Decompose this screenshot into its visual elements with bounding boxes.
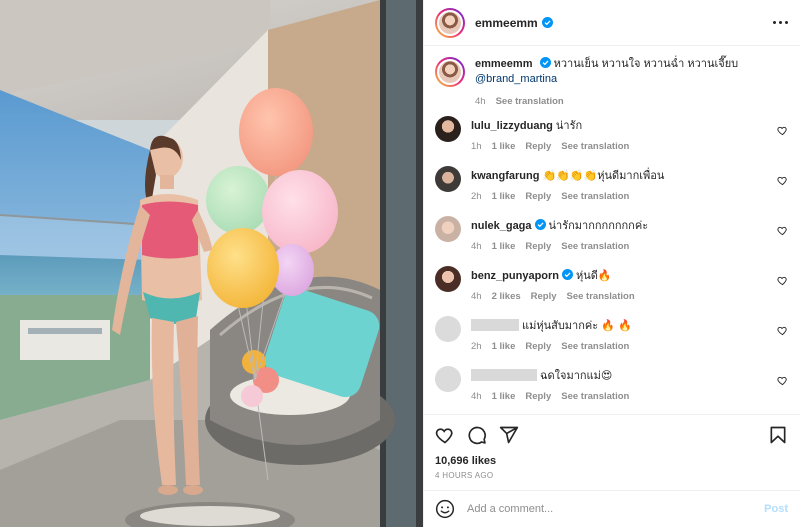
verified-badge-icon (539, 57, 551, 68)
heart-icon[interactable] (777, 325, 788, 336)
more-horizontal-icon[interactable] (773, 13, 788, 33)
commenter-avatar[interactable] (435, 166, 461, 192)
redacted-username (471, 369, 537, 381)
commenter-avatar[interactable] (435, 266, 461, 292)
heart-icon[interactable] (777, 225, 788, 236)
comment-likes[interactable]: 1 like (492, 339, 516, 354)
see-translation-link[interactable]: See translation (561, 189, 629, 204)
comment-input[interactable] (467, 503, 765, 515)
comment-item: lulu_lizzyduang น่ารัก 1h 1 like Reply Se… (435, 115, 788, 165)
comment-text: น่ารัก (555, 120, 583, 132)
photo-illustration (0, 0, 423, 527)
redacted-username (471, 319, 519, 331)
post-header: emmeemm (424, 0, 800, 46)
comment-likes[interactable]: 2 likes (492, 289, 521, 304)
post-photo[interactable] (0, 0, 423, 527)
comment-item: nulek_gaga น่ารักมากกกกกกกค่ะ 4h 1 like R… (435, 215, 788, 265)
comment-text: น่ารักมากกกกกกกค่ะ (548, 220, 649, 232)
bookmark-icon[interactable] (768, 425, 788, 445)
post-time-ago[interactable]: 4 HOURS AGO (435, 471, 788, 480)
post-side-panel: emmeemm emmeemm หวานเย็น หวานใจ หวานฉ่ำ … (423, 0, 800, 527)
commenter-avatar[interactable] (435, 116, 461, 142)
comment-text: 👏👏👏👏หุ่นดีมากเพื่อน (542, 170, 665, 182)
comment-likes[interactable]: 1 like (492, 239, 516, 254)
post-caption: emmeemm หวานเย็น หวานใจ หวานฉ่ำ หวานเจี๊… (435, 47, 788, 115)
reply-button[interactable]: Reply (525, 189, 551, 204)
add-comment-bar: Post (424, 490, 800, 527)
emoji-icon[interactable] (435, 499, 455, 519)
post-comment-button[interactable]: Post (764, 503, 788, 515)
comments-list[interactable]: emmeemm หวานเย็น หวานใจ หวานฉ่ำ หวานเจี๊… (424, 47, 800, 413)
caption-text: หวานเย็น หวานใจ หวานฉ่ำ หวานเจี๊ยบ (553, 58, 739, 70)
post-actions: 10,696 likes 4 HOURS AGO (424, 414, 800, 480)
heart-icon[interactable] (777, 125, 788, 136)
author-avatar[interactable] (435, 7, 465, 38)
see-translation-link[interactable]: See translation (496, 94, 564, 109)
comment-likes[interactable]: 1 like (492, 189, 516, 204)
comment-time[interactable]: 2h (471, 189, 482, 204)
comment-icon[interactable] (467, 425, 487, 445)
commenter-avatar[interactable] (435, 316, 461, 342)
comment-likes[interactable]: 1 like (492, 389, 516, 404)
commenter-username[interactable]: nulek_gaga (471, 220, 532, 232)
heart-icon[interactable] (435, 425, 455, 445)
reply-button[interactable]: Reply (525, 239, 551, 254)
verified-badge-icon (562, 269, 574, 280)
reply-button[interactable]: Reply (525, 389, 551, 404)
author-username[interactable]: emmeemm (475, 16, 538, 30)
commenter-username[interactable]: kwangfarung (471, 170, 539, 182)
comment-item: kwangfarung 👏👏👏👏หุ่นดีมากเพื่อน 2h 1 like… (435, 165, 788, 215)
verified-badge-icon (541, 17, 553, 28)
see-translation-link[interactable]: See translation (567, 289, 635, 304)
caption-username[interactable]: emmeemm (475, 58, 532, 70)
commenter-username[interactable]: lulu_lizzyduang (471, 120, 553, 132)
comment-time[interactable]: 4h (471, 239, 482, 254)
reply-button[interactable]: Reply (525, 139, 551, 154)
caption-avatar[interactable] (435, 57, 465, 87)
heart-icon[interactable] (777, 375, 788, 386)
comment-item: แม่หุ่นสับมากค่ะ 🔥 🔥 2h 1 like Reply See… (435, 315, 788, 365)
commenter-avatar[interactable] (435, 216, 461, 242)
see-translation-link[interactable]: See translation (561, 339, 629, 354)
heart-icon[interactable] (777, 175, 788, 186)
comment-item: benz_punyaporn หุ่นดี🔥 4h 2 likes Reply S… (435, 265, 788, 315)
comment-time[interactable]: 2h (471, 339, 482, 354)
caption-mention[interactable]: @brand_martina (475, 73, 557, 85)
likes-count[interactable]: 10,696 likes (435, 455, 788, 467)
see-translation-link[interactable]: See translation (561, 239, 629, 254)
commenter-username[interactable]: benz_punyaporn (471, 270, 559, 282)
verified-badge-icon (534, 219, 546, 230)
comment-item: ฉดใจมากแม่😍 4h 1 like Reply See translat… (435, 365, 788, 413)
comment-text: หุ่นดี🔥 (576, 270, 612, 282)
reply-button[interactable]: Reply (531, 289, 557, 304)
caption-time[interactable]: 4h (475, 94, 486, 109)
share-icon[interactable] (499, 425, 519, 445)
comment-likes[interactable]: 1 like (492, 139, 516, 154)
comment-text: แม่หุ่นสับมากค่ะ 🔥 🔥 (522, 320, 632, 332)
heart-icon[interactable] (777, 275, 788, 286)
comment-time[interactable]: 4h (471, 289, 482, 304)
comment-time[interactable]: 1h (471, 139, 482, 154)
comment-time[interactable]: 4h (471, 389, 482, 404)
see-translation-link[interactable]: See translation (561, 389, 629, 404)
commenter-avatar[interactable] (435, 366, 461, 392)
see-translation-link[interactable]: See translation (561, 139, 629, 154)
comment-text: ฉดใจมากแม่😍 (540, 370, 613, 382)
reply-button[interactable]: Reply (525, 339, 551, 354)
